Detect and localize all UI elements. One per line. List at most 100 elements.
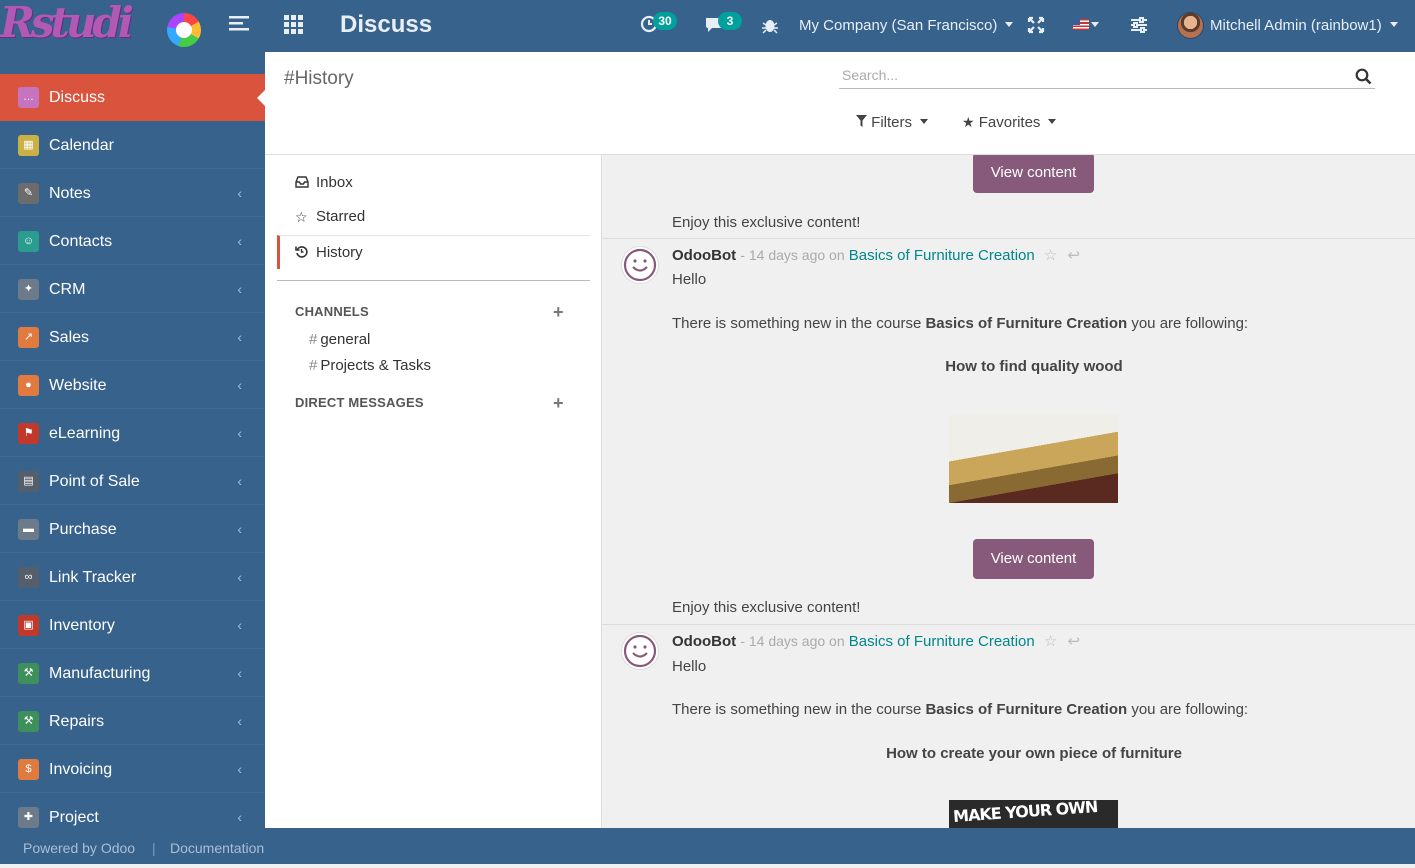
- mailbox-history[interactable]: History: [277, 235, 590, 269]
- breadcrumb: #History: [284, 68, 354, 89]
- top-navbar: Rstudi Discuss 30 3 My Company (San Fran…: [0, 0, 1415, 52]
- rstudio-logo[interactable]: Rstudi: [0, 0, 205, 50]
- smiley-icon: [623, 248, 657, 282]
- direct-messages-header[interactable]: DIRECT MESSAGES: [295, 395, 424, 410]
- sidebar-item-label: Contacts: [49, 233, 113, 250]
- add-channel-icon[interactable]: +: [553, 303, 564, 321]
- powered-by-link[interactable]: Powered by Odoo: [23, 828, 135, 868]
- sidebar-item-notes[interactable]: ✎ Notes ‹: [0, 170, 265, 217]
- view-content-button[interactable]: View content: [973, 155, 1094, 193]
- filters-dropdown[interactable]: Filters: [856, 114, 929, 131]
- body-prefix: There is something new in the course: [672, 315, 922, 332]
- sidebar-item-website[interactable]: ● Website ‹: [0, 362, 265, 409]
- sidebar-item-label: Repairs: [49, 713, 105, 730]
- sidebar-item-elearning[interactable]: ⚑ eLearning ‹: [0, 410, 265, 457]
- sidebar-item-label: Website: [49, 377, 107, 394]
- sidebar-item-label: Sales: [49, 329, 90, 346]
- slide-title: How to create your own piece of furnitur…: [886, 745, 1182, 762]
- record-link[interactable]: Basics of Furniture Creation: [849, 247, 1035, 264]
- message-hello: Hello: [672, 271, 707, 288]
- menu-toggle-icon[interactable]: [228, 14, 250, 39]
- message-author[interactable]: OdooBot: [672, 633, 736, 650]
- message-body: There is something new in the course Bas…: [672, 315, 1248, 332]
- apps-grid-icon[interactable]: [283, 14, 303, 39]
- language-dropdown[interactable]: [1089, 17, 1099, 34]
- debug-bug-icon[interactable]: [761, 16, 779, 39]
- sidebar-item-discuss[interactable]: … Discuss: [0, 74, 265, 121]
- sidebar-item-purchase[interactable]: ▬ Purchase ‹: [0, 506, 265, 553]
- channels-header[interactable]: CHANNELS: [295, 304, 369, 319]
- exclusive-text: Enjoy this exclusive content!: [672, 599, 861, 616]
- reply-icon[interactable]: ↩: [1068, 247, 1081, 264]
- purchase-icon: ▬: [18, 519, 39, 540]
- filters-label: Filters: [871, 114, 913, 131]
- settings-sliders-icon[interactable]: [1130, 16, 1148, 39]
- message-date: - 14 days ago on: [740, 633, 845, 649]
- odoobot-avatar[interactable]: [621, 632, 659, 670]
- search-input[interactable]: Search...: [839, 64, 1375, 89]
- logo-ring-icon: [167, 13, 201, 47]
- record-link[interactable]: Basics of Furniture Creation: [849, 633, 1035, 650]
- star-outline-icon[interactable]: ☆: [1044, 633, 1057, 650]
- sidebar-item-project[interactable]: ✚ Project ‹: [0, 794, 265, 828]
- chevron-left-icon: ‹: [237, 569, 242, 585]
- project-icon: ✚: [18, 807, 39, 828]
- pos-icon: ▤: [18, 471, 39, 492]
- sidebar-item-label: Notes: [49, 185, 91, 202]
- inbox-icon: [295, 166, 310, 200]
- star-icon: ★: [962, 114, 975, 130]
- repairs-icon: ⚒: [18, 711, 39, 732]
- slide-thumbnail-image[interactable]: [949, 414, 1118, 503]
- sidebar-item-manufacturing[interactable]: ⚒ Manufacturing ‹: [0, 650, 265, 697]
- sidebar-item-contacts[interactable]: ☺ Contacts ‹: [0, 218, 265, 265]
- documentation-link[interactable]: Documentation: [170, 828, 264, 868]
- history-icon: [295, 236, 310, 270]
- sidebar-item-label: Discuss: [49, 89, 106, 106]
- message-hello: Hello: [672, 658, 707, 675]
- reply-icon[interactable]: ↩: [1068, 633, 1081, 650]
- mailbox-inbox[interactable]: Inbox: [277, 166, 590, 200]
- exclusive-text: Enjoy this exclusive content!: [672, 214, 861, 231]
- image-caption: MAKE YOUR OWN: [952, 800, 1098, 827]
- star-outline-icon: ☆: [295, 209, 308, 225]
- body-course: Basics of Furniture Creation: [925, 701, 1128, 718]
- sidebar-item-calendar[interactable]: ▦ Calendar: [0, 122, 265, 169]
- chat-icon: …: [18, 87, 39, 108]
- sidebar-item-point-of-sale[interactable]: ▤ Point of Sale ‹: [0, 458, 265, 505]
- sidebar-item-inventory[interactable]: ▣ Inventory ‹: [0, 602, 265, 649]
- sidebar-item-label: Manufacturing: [49, 665, 151, 682]
- message-header: OdooBot - 14 days ago on Basics of Furni…: [672, 632, 1080, 650]
- smiley-icon: [623, 634, 657, 668]
- slide-thumbnail-image[interactable]: MAKE YOUR OWN: [949, 800, 1118, 828]
- chevron-left-icon: ‹: [237, 329, 242, 345]
- star-outline-icon[interactable]: ☆: [1044, 247, 1057, 264]
- channel-projects-tasks[interactable]: # Projects & Tasks: [309, 357, 431, 374]
- user-menu[interactable]: Mitchell Admin (rainbow1): [1210, 17, 1398, 34]
- message-divider: [602, 238, 1415, 239]
- channel-label: general: [320, 331, 371, 348]
- channel-general[interactable]: # general: [309, 331, 370, 348]
- mailbox-label: History: [316, 244, 363, 261]
- odoobot-avatar[interactable]: [621, 246, 659, 284]
- user-avatar[interactable]: [1177, 12, 1204, 39]
- favorites-dropdown[interactable]: ★ Favorites: [962, 114, 1057, 131]
- message-author[interactable]: OdooBot: [672, 247, 736, 264]
- chevron-left-icon: ‹: [237, 665, 242, 681]
- message-divider: [602, 624, 1415, 625]
- search-icon[interactable]: [1355, 68, 1372, 85]
- hash-icon: #: [309, 357, 318, 374]
- view-content-button[interactable]: View content: [973, 539, 1094, 579]
- sidebar-item-sales[interactable]: ↗ Sales ‹: [0, 314, 265, 361]
- chevron-left-icon: ‹: [237, 185, 242, 201]
- mailbox-starred[interactable]: ☆ Starred: [277, 200, 590, 234]
- chevron-down-icon: [1389, 22, 1398, 27]
- manufacturing-icon: ⚒: [18, 663, 39, 684]
- us-flag-icon[interactable]: [1073, 19, 1089, 30]
- sidebar-item-crm[interactable]: ✦ CRM ‹: [0, 266, 265, 313]
- fullscreen-expand-icon[interactable]: [1027, 16, 1045, 39]
- sidebar-item-invoicing[interactable]: $ Invoicing ‹: [0, 746, 265, 793]
- company-switcher[interactable]: My Company (San Francisco): [799, 17, 1014, 34]
- sidebar-item-repairs[interactable]: ⚒ Repairs ‹: [0, 698, 265, 745]
- sidebar-item-link-tracker[interactable]: ∞ Link Tracker ‹: [0, 554, 265, 601]
- add-dm-icon[interactable]: +: [553, 394, 564, 412]
